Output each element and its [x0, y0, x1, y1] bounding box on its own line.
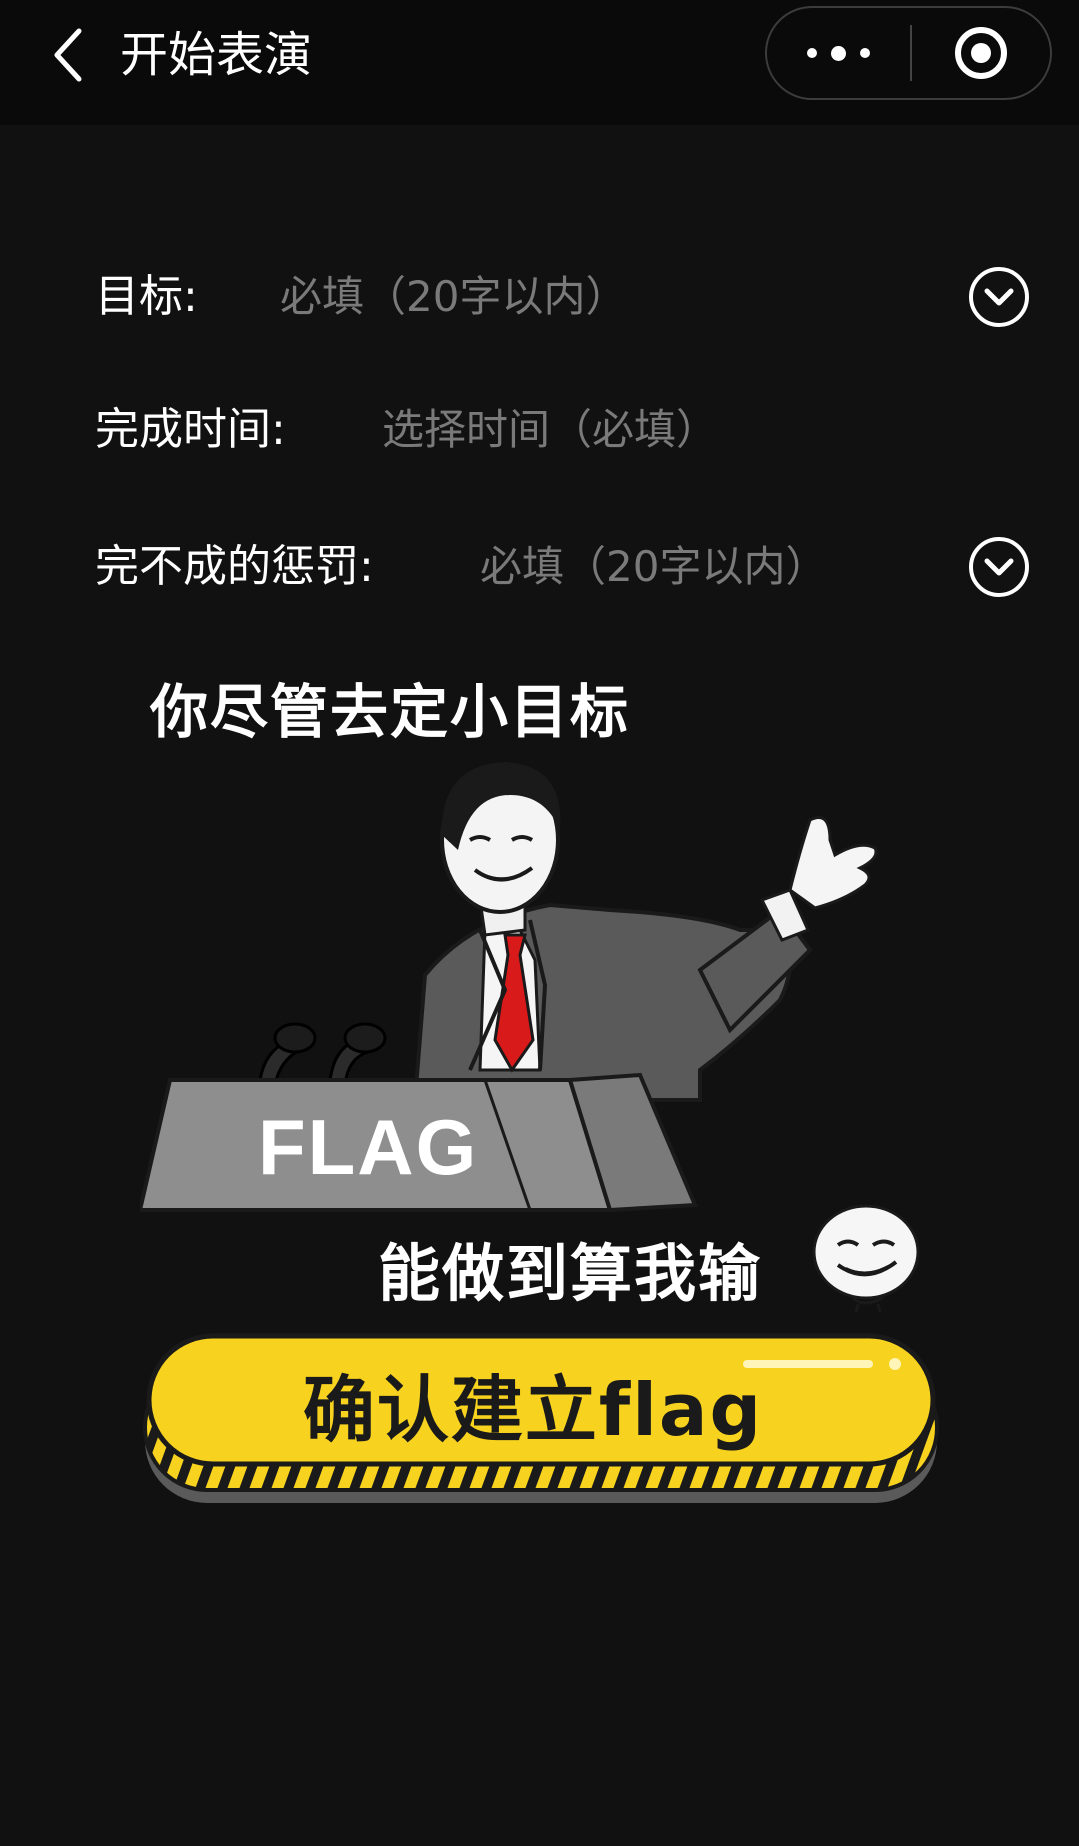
time-label: 完成时间: [95, 404, 286, 455]
goal-label: 目标: [95, 271, 198, 322]
more-dot-icon [860, 48, 870, 58]
page-title: 开始表演 [120, 27, 313, 83]
confirm-create-flag-button[interactable]: 确认建立flag [143, 1330, 940, 1505]
chevron-down-circle-icon[interactable] [967, 535, 1031, 599]
back-button[interactable] [38, 24, 98, 86]
navigation-bar: 开始表演 [0, 0, 1079, 125]
time-row: 完成时间: 选择时间（必填） [95, 390, 1035, 470]
more-button[interactable] [767, 8, 910, 98]
smirk-face-icon [812, 1204, 920, 1313]
time-picker[interactable]: 选择时间（必填） [382, 390, 718, 470]
more-dot-icon [831, 45, 846, 61]
more-dot-icon [807, 48, 817, 58]
goal-row: 目标: 必填（20字以内） [95, 257, 1035, 337]
close-mini-program-button[interactable] [912, 8, 1050, 98]
meme-caption-bottom: 能做到算我输 [378, 1237, 763, 1310]
goal-input[interactable]: 必填（20字以内） [280, 257, 627, 337]
mini-program-capsule [765, 6, 1052, 100]
chevron-left-icon [54, 28, 82, 82]
penalty-input[interactable]: 必填（20字以内） [480, 527, 827, 607]
podium-flag-text: FLAG [258, 1103, 479, 1191]
penalty-label: 完不成的惩罚: [95, 541, 374, 592]
chevron-down-circle-icon[interactable] [967, 265, 1031, 329]
penalty-row: 完不成的惩罚: 必填（20字以内） [95, 527, 1035, 607]
meme-caption-top: 你尽管去定小目标 [150, 678, 631, 746]
target-close-icon [955, 27, 1007, 79]
confirm-button-label: 确认建立flag [302, 1367, 764, 1452]
